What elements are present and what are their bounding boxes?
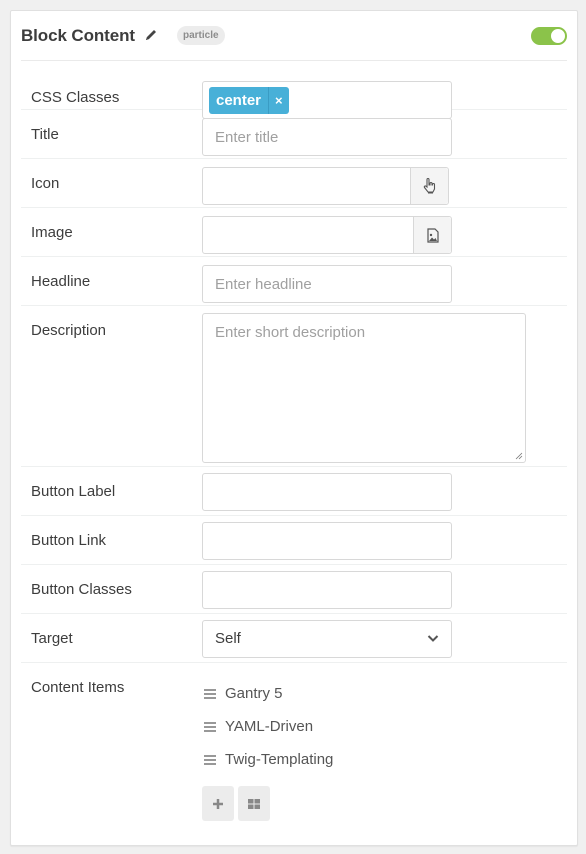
type-badge: particle — [177, 26, 225, 45]
target-select[interactable]: Self — [202, 620, 452, 658]
list-item[interactable]: YAML-Driven — [202, 710, 333, 743]
button-label-label: Button Label — [31, 483, 116, 500]
row-button-classes: Button Classes — [21, 565, 567, 614]
card-header: Block Content particle — [21, 11, 567, 61]
list-actions — [202, 786, 333, 821]
target-selected-value: Self — [215, 630, 241, 647]
collection-view-button[interactable] — [238, 786, 270, 821]
plus-icon — [213, 798, 223, 809]
headline-input[interactable] — [203, 266, 451, 302]
list-item-label: YAML-Driven — [225, 718, 314, 735]
particle-card: Block Content particle CSS Classes cente… — [10, 10, 578, 846]
list-item-label: Gantry 5 — [225, 685, 283, 702]
title-input[interactable] — [203, 119, 451, 155]
drag-handle-icon[interactable] — [204, 688, 217, 699]
icon-picker-button[interactable] — [410, 168, 448, 204]
icon-input[interactable] — [203, 168, 410, 204]
button-link-label: Button Link — [31, 532, 107, 549]
content-items-label: Content Items — [31, 679, 125, 696]
button-classes-input[interactable] — [203, 572, 451, 608]
chevron-down-icon — [427, 635, 439, 642]
file-image-icon — [426, 227, 439, 243]
row-headline: Headline — [21, 257, 567, 306]
row-title: Title — [21, 110, 567, 159]
enable-toggle[interactable] — [531, 27, 567, 45]
drag-handle-icon[interactable] — [204, 721, 217, 732]
drag-handle-icon[interactable] — [204, 754, 217, 765]
hand-pointer-icon — [423, 178, 435, 194]
image-input[interactable] — [203, 217, 413, 253]
image-label: Image — [31, 224, 73, 241]
headline-label: Headline — [31, 273, 91, 290]
row-description: Description — [21, 306, 567, 467]
row-icon: Icon — [21, 159, 567, 208]
description-field[interactable] — [202, 313, 526, 463]
grid-icon — [248, 798, 260, 809]
description-textarea[interactable] — [203, 314, 525, 462]
title-field[interactable] — [202, 118, 452, 156]
button-link-field[interactable] — [202, 522, 452, 560]
image-field — [202, 216, 452, 254]
description-label: Description — [31, 322, 107, 339]
pencil-icon[interactable] — [144, 28, 158, 42]
headline-field[interactable] — [202, 265, 452, 303]
resize-grip-icon[interactable] — [515, 452, 523, 460]
list-item[interactable]: Gantry 5 — [202, 677, 333, 710]
target-label: Target — [31, 630, 73, 647]
row-button-label: Button Label — [21, 467, 567, 516]
row-target: Target Self — [21, 614, 567, 663]
icon-label: Icon — [31, 175, 60, 192]
button-classes-field[interactable] — [202, 571, 452, 609]
image-picker-button[interactable] — [413, 217, 451, 253]
title-label: Title — [31, 126, 59, 143]
list-item[interactable]: Twig-Templating — [202, 743, 333, 776]
list-item-label: Twig-Templating — [225, 751, 334, 768]
row-image: Image — [21, 208, 567, 257]
row-content-items: Content Items Gantry 5 YAML-Driven Twig-… — [21, 663, 567, 833]
add-item-button[interactable] — [202, 786, 234, 821]
button-label-field[interactable] — [202, 473, 452, 511]
form-rows: CSS Classes center × Title Icon — [21, 61, 567, 833]
button-link-input[interactable] — [203, 523, 451, 559]
button-classes-label: Button Classes — [31, 581, 132, 598]
row-css-classes: CSS Classes center × — [21, 61, 567, 119]
row-button-link: Button Link — [21, 516, 567, 565]
content-items-list: Gantry 5 YAML-Driven Twig-Templating — [202, 677, 333, 821]
button-label-input[interactable] — [203, 474, 451, 510]
toggle-knob — [550, 28, 566, 44]
css-classes-label: CSS Classes — [31, 89, 120, 106]
card-title: Block Content — [21, 26, 135, 45]
icon-field — [202, 167, 449, 205]
